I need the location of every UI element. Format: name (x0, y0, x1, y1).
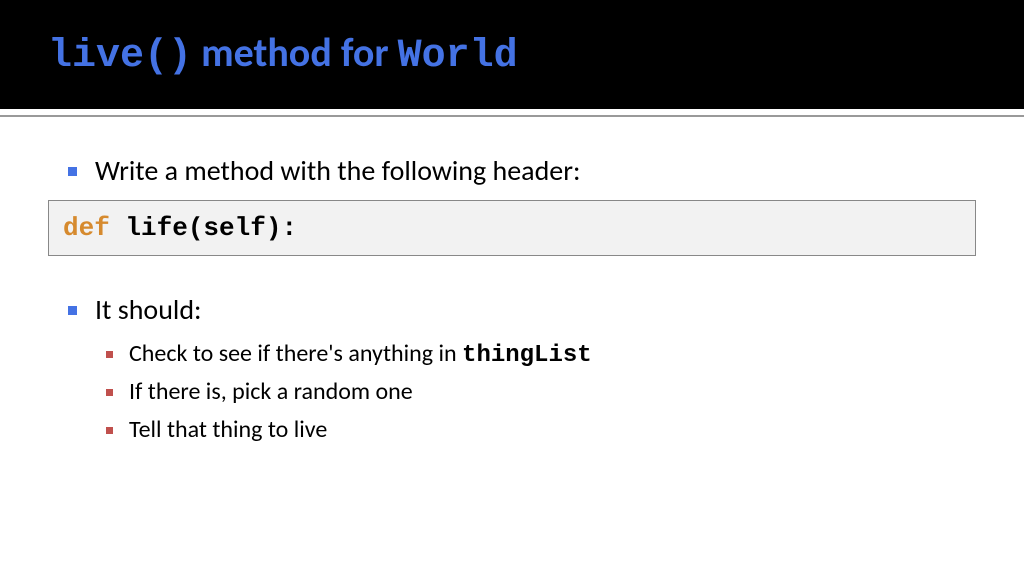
bullet-text: It should: (95, 292, 202, 327)
bullet-text: Write a method with the following header… (95, 153, 580, 188)
sub-bullet-marker-icon (106, 351, 113, 358)
sub-code: thingList (462, 342, 592, 369)
title-mid: method for (192, 28, 398, 77)
slide-title: live() method for World (48, 28, 984, 79)
bullet-level-1: It should: (48, 292, 976, 327)
sub-bullet-text: Tell that thing to live (129, 415, 327, 445)
bullet-level-1: Write a method with the following header… (48, 153, 976, 188)
slide-header: live() method for World (0, 0, 1024, 109)
bullet-marker-icon (68, 306, 77, 315)
sub-pre: If there is, pick a random one (129, 377, 413, 406)
sub-bullet-marker-icon (106, 389, 113, 396)
sub-bullet-text: Check to see if there's anything in thin… (129, 339, 592, 369)
bullet-marker-icon (68, 167, 77, 176)
sub-bullet-marker-icon (106, 427, 113, 434)
slide-content: Write a method with the following header… (0, 117, 1024, 445)
bullet-level-2: Tell that thing to live (48, 415, 976, 445)
code-rest: life(self): (110, 213, 297, 243)
bullet-level-2: If there is, pick a random one (48, 377, 976, 407)
sub-bullet-text: If there is, pick a random one (129, 377, 413, 407)
code-keyword: def (63, 213, 110, 243)
title-code-1: live() (48, 34, 192, 79)
title-code-2: World (398, 34, 518, 79)
sub-pre: Check to see if there's anything in (129, 339, 462, 368)
bullet-level-2: Check to see if there's anything in thin… (48, 339, 976, 369)
sub-pre: Tell that thing to live (129, 415, 327, 444)
code-block: def life(self): (48, 200, 976, 256)
